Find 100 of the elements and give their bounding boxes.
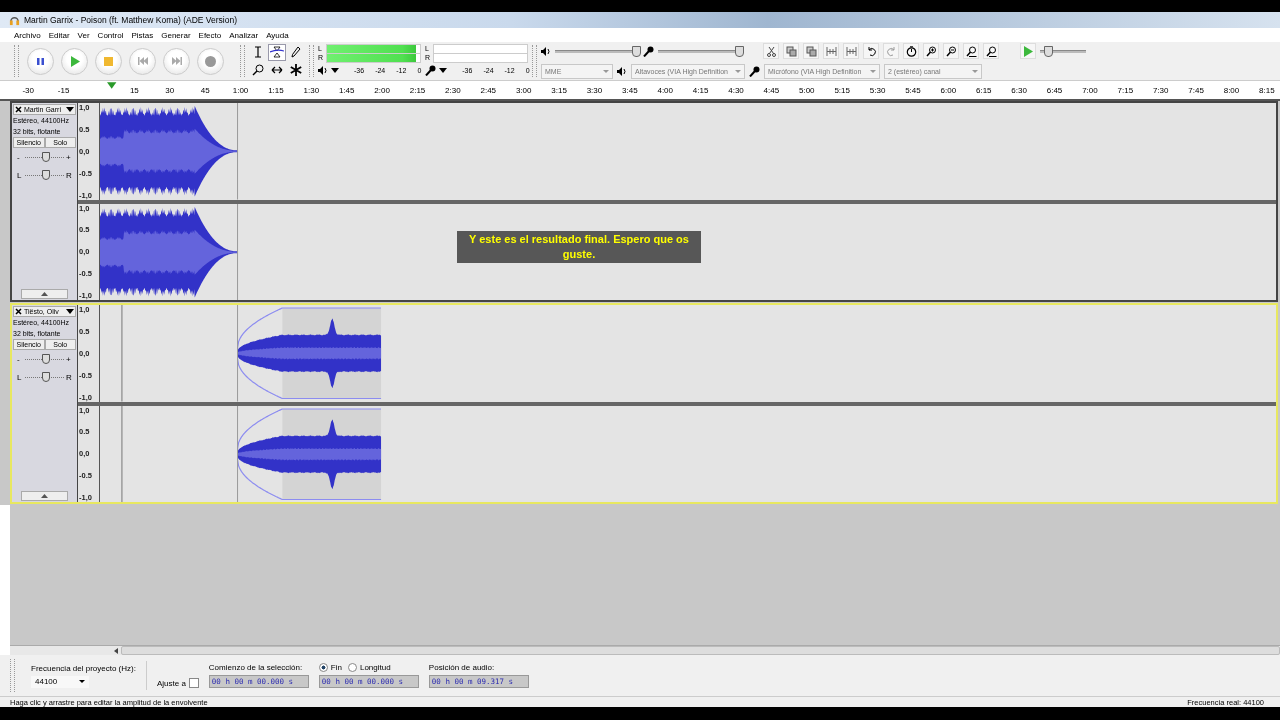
time-label: 6:00 (939, 85, 958, 95)
time-label: 6:30 (1010, 85, 1028, 95)
cut-icon (765, 45, 777, 57)
field-label: Posición de audio: (428, 663, 496, 672)
zoom-in-button[interactable] (923, 43, 939, 59)
trim-button[interactable] (823, 43, 839, 59)
asterisk-icon (290, 64, 302, 76)
collapse-button[interactable] (21, 491, 68, 501)
triangle-up-icon (41, 292, 48, 296)
slider-label: R (66, 170, 72, 180)
time-label: 2:00 (373, 85, 391, 95)
time-label: 1:00 (231, 85, 250, 95)
menu-item[interactable]: Analizar (229, 30, 259, 40)
menu-item[interactable]: Ver (77, 30, 90, 40)
zoom-in-icon (925, 45, 937, 57)
dropdown-arrow-icon[interactable] (439, 68, 448, 73)
radio-option[interactable]: Fin (318, 663, 342, 672)
menu-item[interactable]: Control (97, 30, 124, 40)
microphone-icon (643, 45, 654, 57)
time-label: 5:45 (904, 85, 922, 95)
time-label: 6:15 (974, 85, 993, 95)
scroll-left-icon[interactable] (114, 647, 118, 654)
slider-label: R (66, 372, 72, 382)
dropdown-arrow-icon[interactable] (331, 68, 339, 73)
menu-item[interactable]: Editar (48, 30, 70, 40)
slider-label: + (66, 354, 72, 364)
menu-item[interactable]: Ayuda (266, 30, 289, 40)
play-button[interactable] (61, 47, 88, 75)
silence-icon (845, 45, 857, 57)
headphones-icon (9, 14, 20, 26)
pencil-icon (291, 46, 301, 58)
time-label: 30 (164, 85, 176, 95)
menu-item[interactable]: Pistas (131, 30, 154, 40)
pause-button[interactable] (27, 47, 54, 75)
time-label: -30 (21, 85, 35, 95)
close-icon[interactable] (15, 106, 22, 113)
time-label: 7:00 (1081, 85, 1099, 95)
double-arrow-icon (271, 66, 283, 74)
time-label: 4:30 (727, 85, 745, 95)
skip-to-start-button[interactable] (129, 47, 156, 75)
window-title: Martin Garrix - Poison (ft. Matthew Koma) (ADE Version) (24, 15, 238, 25)
fit-selection-icon (965, 45, 977, 57)
slider-label: + (66, 152, 72, 162)
skip-to-end-icon (171, 57, 182, 65)
time-label: 8:00 (1222, 85, 1241, 95)
video-caption: Y este es el resultado final. Espero que os guste. (457, 231, 701, 263)
time-label: 15 (128, 85, 140, 95)
zoom-out-button[interactable] (943, 43, 959, 59)
timer-button[interactable] (903, 43, 919, 59)
copy-button[interactable] (783, 43, 799, 59)
paste-icon (805, 45, 817, 57)
slider-label: L (17, 170, 23, 180)
slider-label: L (17, 372, 23, 382)
pause-icon (36, 56, 45, 66)
fit-selection-button[interactable] (963, 43, 979, 59)
speaker-icon (318, 66, 328, 75)
record-button[interactable] (197, 47, 224, 75)
play-icon (1023, 45, 1033, 57)
time-label: 5:15 (833, 85, 851, 95)
fit-project-button[interactable] (983, 43, 999, 59)
horizontal-scrollbar[interactable] (10, 645, 1280, 655)
time-label: 2:15 (408, 85, 427, 95)
stop-icon (104, 56, 113, 66)
close-icon[interactable] (15, 308, 22, 315)
radio-option[interactable]: Longitud (347, 663, 391, 672)
menu-item[interactable]: Generar (161, 30, 191, 40)
dropdown-arrow-icon[interactable] (66, 107, 74, 112)
fit-project-icon (985, 45, 997, 57)
record-icon (205, 55, 216, 67)
play-icon (69, 55, 80, 67)
time-label: 5:30 (868, 85, 887, 95)
paste-button[interactable] (803, 43, 819, 59)
microphone-icon (425, 65, 437, 76)
cut-button[interactable] (763, 43, 779, 59)
time-label: 6:45 (1045, 85, 1064, 95)
project-rate-dropdown[interactable]: 44100 (31, 675, 89, 688)
collapse-button[interactable] (21, 289, 68, 299)
field-label: Ajuste a (156, 678, 186, 688)
time-label: 7:30 (1151, 85, 1170, 95)
time-label: 4:00 (656, 85, 674, 95)
menu-item[interactable]: Archivo (14, 30, 41, 40)
time-label: 2:45 (479, 85, 498, 95)
dropdown-arrow-icon[interactable] (66, 309, 74, 314)
time-label: 2:30 (444, 85, 462, 95)
time-label: 3:45 (621, 85, 639, 95)
time-label: -15 (56, 85, 71, 95)
redo-icon (885, 45, 897, 57)
triangle-up-icon (41, 494, 48, 498)
silence-button[interactable] (843, 43, 859, 59)
envelope-icon (270, 46, 284, 58)
envelope-tool[interactable] (268, 43, 286, 61)
speaker-icon (617, 66, 627, 76)
field-label: Frecuencia del proyecto (Hz): (31, 663, 136, 673)
time-label: 1:15 (267, 85, 285, 95)
undo-button[interactable] (863, 43, 879, 59)
field-label: Comienzo de la selección: (208, 663, 304, 672)
time-label: 4:45 (762, 85, 781, 95)
menu-item[interactable]: Efecto (198, 30, 222, 40)
snap-checkbox[interactable] (188, 678, 199, 688)
speaker-icon (541, 46, 551, 56)
